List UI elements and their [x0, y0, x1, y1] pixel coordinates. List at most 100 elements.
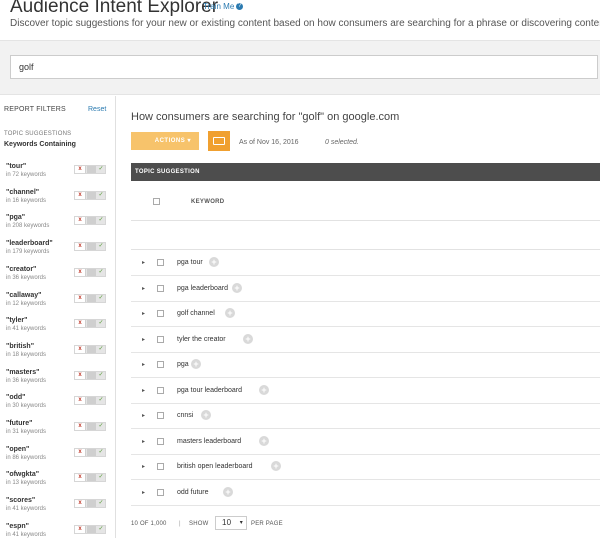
keyword-column-header[interactable]: KEYWORD	[191, 199, 224, 205]
caret-right-icon[interactable]: ▸	[142, 387, 145, 394]
toggle-knob[interactable]	[87, 294, 96, 302]
x-icon[interactable]: x	[75, 320, 86, 328]
table-row[interactable]: ▸ tyler the creator +	[131, 328, 600, 353]
plus-circle-icon[interactable]: +	[201, 410, 211, 420]
table-row[interactable]: ▸ pga +	[131, 353, 600, 378]
check-icon[interactable]: ✓	[97, 295, 105, 302]
chevron-down-icon[interactable]: ▾	[240, 517, 243, 529]
plus-circle-icon[interactable]: +	[191, 359, 201, 369]
plus-circle-icon[interactable]: +	[259, 384, 269, 395]
check-icon[interactable]: ✓	[97, 192, 105, 199]
row-checkbox[interactable]	[157, 361, 164, 368]
check-icon[interactable]: ✓	[97, 423, 105, 430]
search-input[interactable]	[10, 55, 598, 79]
row-checkbox[interactable]	[157, 463, 164, 470]
toggle-knob[interactable]	[87, 217, 96, 225]
help-circle-icon[interactable]: ?	[236, 3, 244, 11]
toggle-knob[interactable]	[87, 243, 96, 251]
plus-circle-icon[interactable]: +	[209, 257, 219, 267]
toggle-knob[interactable]	[87, 397, 96, 405]
row-checkbox[interactable]	[157, 335, 164, 343]
check-icon[interactable]: ✓	[97, 449, 105, 456]
caret-right-icon[interactable]: ▸	[142, 438, 145, 445]
toggle-knob[interactable]	[87, 345, 96, 353]
toggle-knob[interactable]	[87, 320, 96, 328]
train-me-link[interactable]: Train Me?	[203, 2, 244, 11]
check-icon[interactable]: ✓	[97, 243, 105, 250]
check-icon[interactable]: ✓	[97, 269, 105, 276]
per-page-select[interactable]: 10 ▾	[215, 516, 247, 530]
plus-circle-icon[interactable]: +	[259, 435, 269, 446]
include-exclude-toggle[interactable]: x ✓	[74, 190, 106, 200]
include-exclude-toggle[interactable]: x ✓	[74, 319, 106, 329]
include-exclude-toggle[interactable]: x ✓	[74, 370, 106, 380]
x-icon[interactable]: x	[75, 474, 86, 482]
table-row[interactable]: ▸ pga tour +	[131, 251, 600, 276]
include-exclude-toggle[interactable]: x ✓	[74, 242, 106, 252]
caret-right-icon[interactable]: ▸	[142, 310, 145, 317]
export-button[interactable]	[208, 131, 230, 151]
check-icon[interactable]: ✓	[97, 500, 105, 507]
toggle-knob[interactable]	[87, 191, 96, 199]
chevron-down-icon[interactable]: ▾	[187, 132, 191, 150]
check-icon[interactable]: ✓	[97, 217, 105, 224]
toggle-knob[interactable]	[87, 474, 96, 482]
row-checkbox[interactable]	[157, 310, 164, 317]
include-exclude-toggle[interactable]: x ✓	[74, 216, 106, 226]
x-icon[interactable]: x	[75, 345, 86, 353]
x-icon[interactable]: x	[75, 371, 86, 379]
select-all-checkbox[interactable]	[153, 198, 160, 205]
caret-right-icon[interactable]: ▸	[142, 285, 145, 292]
x-icon[interactable]: x	[75, 166, 86, 173]
include-exclude-toggle[interactable]: x ✓	[74, 165, 106, 174]
caret-right-icon[interactable]: ▸	[142, 412, 145, 419]
include-exclude-toggle[interactable]: x ✓	[74, 499, 106, 509]
actions-label[interactable]: ACTIONS	[155, 138, 186, 144]
reset-link[interactable]: Reset	[88, 106, 106, 113]
table-row[interactable]: ▸ cnnsi +	[131, 404, 600, 429]
row-checkbox[interactable]	[157, 488, 164, 496]
x-icon[interactable]: x	[75, 397, 86, 405]
table-row[interactable]: ▸ pga tour leaderboard +	[131, 379, 600, 404]
include-exclude-toggle[interactable]: x ✓	[74, 344, 106, 354]
include-exclude-toggle[interactable]: x ✓	[74, 422, 106, 431]
caret-right-icon[interactable]: ▸	[142, 361, 145, 368]
check-icon[interactable]: ✓	[97, 346, 105, 353]
table-row[interactable]: ▸ pga leaderboard +	[131, 277, 600, 302]
per-page-value[interactable]: 10	[222, 518, 231, 527]
row-checkbox[interactable]	[157, 259, 164, 266]
caret-right-icon[interactable]: ▸	[142, 463, 145, 470]
caret-right-icon[interactable]: ▸	[142, 489, 145, 496]
caret-right-icon[interactable]: ▸	[142, 336, 145, 343]
check-icon[interactable]: ✓	[97, 320, 105, 327]
x-icon[interactable]: x	[75, 243, 86, 251]
include-exclude-toggle[interactable]: x ✓	[74, 267, 106, 277]
toggle-knob[interactable]	[87, 423, 96, 430]
include-exclude-toggle[interactable]: x ✓	[74, 473, 106, 483]
x-icon[interactable]: x	[75, 525, 86, 533]
toggle-knob[interactable]	[87, 371, 96, 379]
row-checkbox[interactable]	[157, 284, 164, 292]
include-exclude-toggle[interactable]: x ✓	[74, 524, 106, 534]
check-icon[interactable]: ✓	[97, 526, 105, 533]
row-checkbox[interactable]	[157, 437, 164, 445]
toggle-knob[interactable]	[87, 525, 96, 533]
include-exclude-toggle[interactable]: x ✓	[74, 293, 106, 303]
train-me-label[interactable]: Train Me	[203, 2, 234, 11]
x-icon[interactable]: x	[75, 423, 86, 430]
row-checkbox[interactable]	[157, 412, 164, 419]
caret-right-icon[interactable]: ▸	[142, 259, 145, 266]
check-icon[interactable]: ✓	[97, 166, 105, 173]
table-row[interactable]: ▸ masters leaderboard +	[131, 430, 600, 455]
x-icon[interactable]: x	[75, 217, 86, 225]
x-icon[interactable]: x	[75, 294, 86, 302]
plus-circle-icon[interactable]: +	[225, 308, 235, 318]
toggle-knob[interactable]	[87, 166, 96, 173]
plus-circle-icon[interactable]: +	[243, 333, 253, 344]
x-icon[interactable]: x	[75, 268, 86, 276]
table-row[interactable]: ▸ british open leaderboard +	[131, 455, 600, 480]
table-row[interactable]: ▸ odd future +	[131, 481, 600, 506]
table-row[interactable]: ▸ golf channel +	[131, 302, 600, 327]
actions-button[interactable]: ACTIONS ▾	[131, 132, 199, 150]
toggle-knob[interactable]	[87, 448, 96, 456]
